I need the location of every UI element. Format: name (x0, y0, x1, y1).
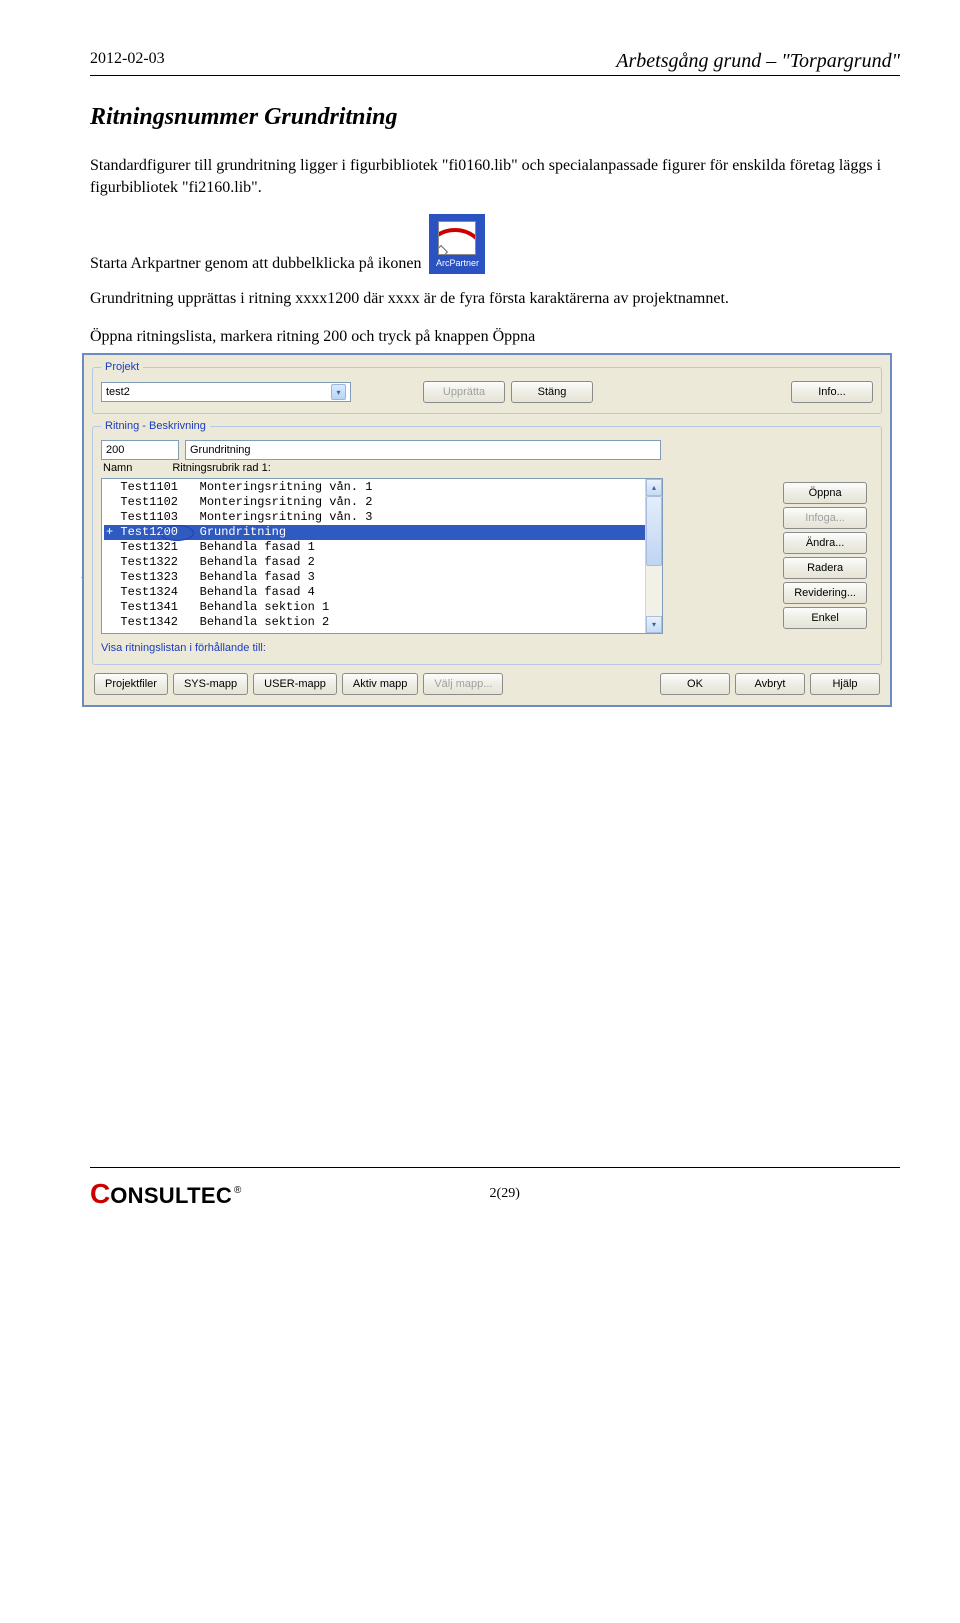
scroll-thumb[interactable] (646, 496, 662, 566)
drawing-list[interactable]: Test1101 Monteringsritning vån. 1 Test11… (101, 478, 663, 634)
paragraph-3: Grundritning upprättas i ritning xxxx120… (90, 288, 900, 310)
scroll-down-icon[interactable]: ▾ (646, 616, 662, 633)
insert-button[interactable]: Infoga... (783, 507, 867, 529)
arcpartner-desktop-icon[interactable]: ArcPartner (429, 214, 485, 274)
project-legend: Projekt (101, 361, 143, 373)
table-row[interactable]: Test1341 Behandla sektion 1 (104, 600, 645, 615)
info-button[interactable]: Info... (791, 381, 873, 403)
scroll-track[interactable] (646, 566, 662, 616)
table-row[interactable]: Test1322 Behandla fasad 2 (104, 555, 645, 570)
section-title: Ritningsnummer Grundritning (90, 104, 900, 131)
scrollbar[interactable]: ▴ ▾ (645, 479, 662, 633)
consultec-logo: CONSULTEC® (90, 1178, 239, 1210)
sys-folder-button[interactable]: SYS-mapp (173, 673, 248, 695)
revision-button[interactable]: Revidering... (783, 582, 867, 604)
delete-button[interactable]: Radera (783, 557, 867, 579)
scroll-up-icon[interactable]: ▴ (646, 479, 662, 496)
header-rule (90, 75, 900, 76)
header-title: Arbetsgång grund – "Torpargrund" (616, 50, 900, 73)
paragraph-4: Öppna ritningslista, markera ritning 200… (90, 326, 900, 348)
open-button[interactable]: Öppna (783, 482, 867, 504)
table-row[interactable]: Test1102 Monteringsritning vån. 2 (104, 495, 645, 510)
page-number: 2(29) (239, 1186, 770, 1202)
choose-folder-button[interactable]: Välj mapp... (423, 673, 503, 695)
ok-button[interactable]: OK (660, 673, 730, 695)
bottom-button-bar: Projektfiler SYS-mapp USER-mapp Aktiv ma… (84, 671, 890, 705)
table-row[interactable]: Test1324 Behandla fasad 4 (104, 585, 645, 600)
close-project-button[interactable]: Stäng (511, 381, 593, 403)
logo-c: C (90, 1178, 110, 1210)
table-row[interactable]: Test1103 Monteringsritning vån. 3 (104, 510, 645, 525)
registered-icon: ® (234, 1185, 241, 1196)
drawing-number-input[interactable] (101, 440, 179, 460)
drawing-desc-input[interactable] (185, 440, 661, 460)
logo-rest: ONSULTEC (110, 1183, 232, 1209)
arcpartner-icon-graphic (438, 221, 476, 255)
table-row[interactable]: Test1101 Monteringsritning vån. 1 (104, 480, 645, 495)
project-group: Projekt test2 ▾ Upprätta Stäng Info... (92, 361, 882, 414)
table-row[interactable]: Test1321 Behandla fasad 1 (104, 540, 645, 555)
arcpartner-icon-label: ArcPartner (436, 258, 479, 268)
drawing-legend: Ritning - Beskrivning (101, 420, 210, 432)
simple-button[interactable]: Enkel (783, 607, 867, 629)
project-select[interactable]: test2 ▾ (101, 382, 351, 402)
chevron-down-icon: ▾ (331, 384, 346, 400)
edit-button[interactable]: Ändra... (783, 532, 867, 554)
cancel-button[interactable]: Avbryt (735, 673, 805, 695)
create-button[interactable]: Upprätta (423, 381, 505, 403)
column-name-header: Namn (103, 462, 132, 474)
drawing-group: Ritning - Beskrivning Namn Ritningsrubri… (92, 420, 882, 665)
show-relative-label: Visa ritningslistan i förhållande till: (101, 642, 873, 654)
help-button[interactable]: Hjälp (810, 673, 880, 695)
user-folder-button[interactable]: USER-mapp (253, 673, 337, 695)
paragraph-2: Starta Arkpartner genom att dubbelklicka… (90, 253, 421, 275)
header-date: 2012-02-03 (90, 50, 165, 73)
projectfiles-button[interactable]: Projektfiler (94, 673, 168, 695)
active-folder-button[interactable]: Aktiv mapp (342, 673, 418, 695)
drawing-list-dialog: Projekt test2 ▾ Upprätta Stäng Info... R… (82, 353, 892, 707)
project-select-value: test2 (106, 386, 130, 398)
table-row[interactable]: Test1323 Behandla fasad 3 (104, 570, 645, 585)
table-row[interactable]: Test1342 Behandla sektion 2 (104, 615, 645, 630)
column-rubrik-header: Ritningsrubrik rad 1: (172, 462, 270, 474)
paragraph-1: Standardfigurer till grundritning ligger… (90, 155, 900, 198)
